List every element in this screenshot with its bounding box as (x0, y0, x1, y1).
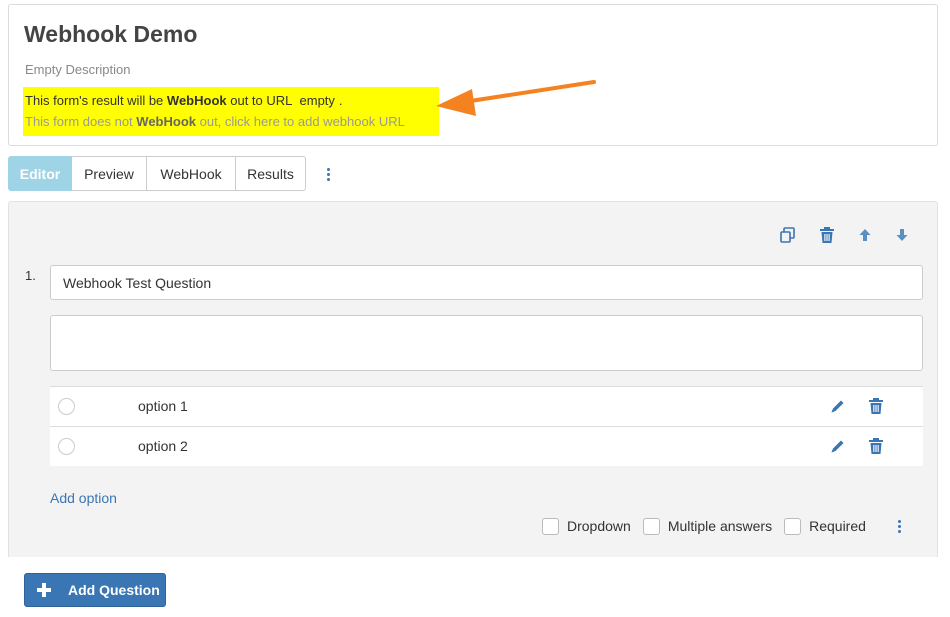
add-webhook-bold: WebHook (136, 114, 196, 129)
tab-results[interactable]: Results (236, 156, 306, 191)
webhook-notice: This form's result will be WebHook out t… (23, 87, 439, 136)
tab-editor[interactable]: Editor (8, 156, 72, 191)
plus-icon (37, 583, 51, 597)
setting-required[interactable]: Required (784, 517, 866, 535)
question-settings: Dropdown Multiple answers Required (542, 516, 878, 536)
tab-webhook[interactable]: WebHook (147, 156, 236, 191)
tab-preview[interactable]: Preview (72, 156, 147, 191)
add-question-label: Add Question (68, 582, 160, 598)
form-title: Webhook Demo (24, 21, 198, 47)
setting-label: Multiple answers (667, 518, 773, 534)
webhook-status-bold: WebHook (166, 93, 227, 108)
copy-icon[interactable] (779, 226, 797, 244)
webhook-status-prefix: This form's result will be (25, 93, 167, 108)
arrow-up-icon[interactable] (856, 226, 874, 244)
annotation-arrow-icon (436, 80, 596, 116)
more-options-icon[interactable] (892, 516, 906, 536)
option-radio[interactable] (58, 438, 75, 455)
add-webhook-suffix: out, click here to add webhook URL (196, 114, 405, 129)
setting-multiple-answers[interactable]: Multiple answers (642, 517, 773, 535)
webhook-status-suffix: . (338, 93, 343, 108)
pencil-icon[interactable] (830, 398, 846, 414)
trash-icon[interactable] (868, 397, 884, 415)
question-description-input[interactable] (50, 315, 923, 371)
option-row: option 1 (50, 386, 923, 426)
option-radio[interactable] (58, 398, 75, 415)
add-question-button[interactable]: Add Question (24, 573, 166, 607)
required-checkbox[interactable] (784, 517, 802, 535)
trash-icon[interactable] (868, 437, 884, 455)
add-option-link[interactable]: Add option (50, 490, 117, 506)
question-title-input[interactable] (50, 265, 923, 300)
setting-dropdown[interactable]: Dropdown (542, 517, 631, 535)
option-row: option 2 (50, 426, 923, 466)
question-editor: 1. option 1 option 2 (8, 201, 938, 557)
setting-label: Required (809, 518, 866, 534)
form-description[interactable]: Empty Description (25, 62, 130, 77)
webhook-url-value: empty (299, 93, 335, 108)
more-options-icon[interactable] (318, 163, 338, 185)
webhook-status-line: This form's result will be WebHook out t… (25, 93, 343, 108)
view-tabs: Editor Preview WebHook Results (8, 156, 306, 191)
option-label[interactable]: option 2 (138, 438, 188, 454)
option-label[interactable]: option 1 (138, 398, 188, 414)
question-number: 1. (25, 268, 36, 283)
pencil-icon[interactable] (830, 438, 846, 454)
webhook-status-middle: out to URL (226, 93, 296, 108)
options-list: option 1 option 2 (50, 386, 923, 466)
multiple-answers-checkbox[interactable] (642, 517, 660, 535)
add-webhook-prefix: This form does not (25, 114, 137, 129)
arrow-down-icon[interactable] (893, 226, 911, 244)
trash-icon[interactable] (818, 226, 836, 244)
setting-label: Dropdown (567, 518, 631, 534)
dropdown-checkbox[interactable] (542, 517, 559, 535)
add-webhook-link[interactable]: This form does not WebHook out, click he… (25, 114, 405, 129)
